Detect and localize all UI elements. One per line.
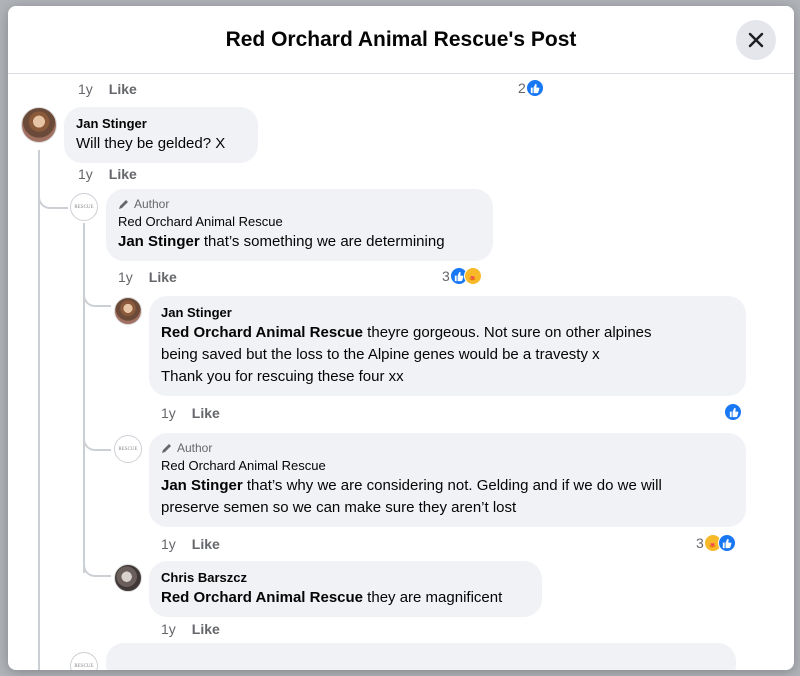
comment-bubble: Jan Stinger Will they be gelded? X (64, 107, 258, 163)
comment-time[interactable]: 1y (78, 166, 93, 182)
mention-link[interactable]: Jan Stinger (161, 477, 243, 494)
comment-author[interactable]: Red Orchard Animal Rescue (118, 213, 481, 231)
comment-text-line: preserve semen so we can make sure they … (161, 499, 517, 516)
avatar[interactable] (21, 107, 57, 143)
comment-author[interactable]: Jan Stinger (161, 304, 734, 322)
comment-meta: 1y Like (78, 166, 137, 182)
comment-text-line: being saved but the loss to the Alpine g… (161, 346, 600, 363)
thread-line-nested (83, 223, 85, 573)
comment-bubble: Author Red Orchard Animal Rescue Jan Sti… (149, 433, 746, 527)
avatar[interactable]: RESCUE (114, 435, 142, 463)
like-button[interactable]: Like (109, 81, 137, 97)
care-reaction-icon (463, 267, 482, 285)
comment-time[interactable]: 1y (161, 405, 176, 421)
comment-text: Red Orchard Animal Rescue they are magni… (161, 589, 503, 606)
mention-link[interactable]: Red Orchard Animal Rescue (161, 324, 363, 341)
avatar[interactable] (114, 297, 142, 325)
comment-text-line: Thank you for rescuing these four xx (161, 368, 404, 385)
modal-header: Red Orchard Animal Rescue's Post (8, 6, 794, 74)
mention-link[interactable]: Jan Stinger (118, 233, 200, 250)
comment-meta: 1y Like (118, 269, 177, 285)
pencil-icon (162, 444, 171, 453)
comments-scroll-area[interactable]: 1y Like 2 Jan Stinger Will they be gelde… (8, 75, 794, 670)
comment-time[interactable]: 1y (78, 81, 93, 97)
comment-time[interactable]: 1y (161, 536, 176, 552)
like-button[interactable]: Like (109, 166, 137, 182)
reaction-summary[interactable]: 3 (696, 534, 736, 552)
comment-text: Jan Stinger that’s why we are considerin… (161, 477, 662, 494)
comment-text: Jan Stinger that’s something we are dete… (118, 233, 445, 250)
comment-meta: 1y Like (161, 405, 220, 421)
reaction-count: 3 (696, 535, 704, 551)
modal-title: Red Orchard Animal Rescue's Post (225, 27, 577, 51)
comment-bubble: Chris Barszcz Red Orchard Animal Rescue … (149, 561, 542, 617)
comment-text: Red Orchard Animal Rescue theyre gorgeou… (161, 324, 652, 341)
reaction-summary[interactable] (724, 403, 742, 421)
like-button[interactable]: Like (149, 269, 177, 285)
comment-meta: 1y Like (161, 621, 220, 637)
avatar[interactable]: RESCUE (70, 652, 98, 670)
comment-time[interactable]: 1y (161, 621, 176, 637)
comment-author[interactable]: Red Orchard Animal Rescue (161, 457, 734, 475)
close-button[interactable] (736, 20, 776, 60)
comment-text: Will they be gelded? X (76, 135, 226, 152)
reaction-summary[interactable]: 3 (442, 267, 482, 285)
comment-author[interactable]: Chris Barszcz (161, 569, 530, 587)
mention-link[interactable]: Red Orchard Animal Rescue (161, 589, 363, 606)
thread-connector (38, 187, 68, 209)
avatar[interactable]: RESCUE (70, 193, 98, 221)
post-modal: Red Orchard Animal Rescue's Post 1y Like… (8, 6, 794, 670)
like-button[interactable]: Like (192, 405, 220, 421)
like-reaction-icon (724, 403, 742, 421)
reaction-count: 3 (442, 268, 450, 284)
reaction-summary[interactable]: 2 (518, 79, 544, 97)
like-reaction-icon (525, 79, 544, 97)
comment-bubble: Author Red Orchard Animal Rescue Jan Sti… (106, 189, 493, 261)
thread-connector (83, 555, 111, 577)
avatar[interactable] (114, 564, 142, 592)
like-button[interactable]: Like (192, 536, 220, 552)
comment-bubble: Jan Stinger Red Orchard Animal Rescue th… (149, 296, 746, 396)
thread-connector (83, 287, 111, 307)
reaction-count: 2 (518, 80, 526, 96)
comment-author[interactable]: Jan Stinger (76, 115, 246, 133)
pencil-icon (119, 200, 128, 209)
comment-bubble (106, 643, 736, 670)
close-icon (748, 32, 764, 48)
thread-line-main (38, 150, 40, 670)
comment-meta: 1y Like (161, 536, 220, 552)
comment-meta: 1y Like (78, 81, 137, 97)
author-badge: Author (118, 197, 481, 211)
like-reaction-icon (717, 534, 736, 552)
like-button[interactable]: Like (192, 621, 220, 637)
author-badge: Author (161, 441, 734, 455)
comment-time[interactable]: 1y (118, 269, 133, 285)
thread-connector (83, 429, 111, 451)
